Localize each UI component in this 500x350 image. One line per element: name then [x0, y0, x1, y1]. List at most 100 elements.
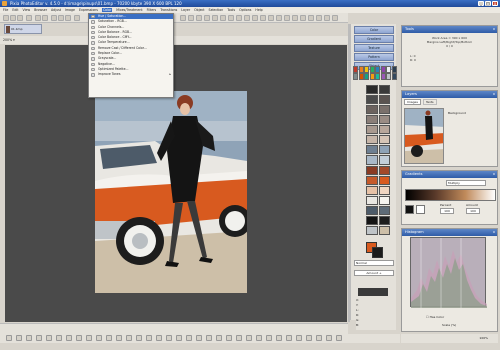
minimize-button[interactable]: _: [478, 1, 484, 6]
move-icon[interactable]: [96, 335, 102, 341]
status-zoom-value[interactable]: 100%: [479, 336, 488, 340]
texture-button[interactable]: Texture: [354, 44, 394, 52]
curve-icon[interactable]: [146, 335, 152, 341]
tool-icon[interactable]: [260, 15, 266, 21]
layers-panel-header[interactable]: Layers x: [402, 91, 497, 98]
tool-icon[interactable]: [204, 15, 210, 21]
hand-icon[interactable]: [116, 335, 122, 341]
menu-tools[interactable]: Tools: [227, 8, 235, 12]
tool-icon[interactable]: [244, 15, 250, 21]
close-icon[interactable]: x: [493, 171, 495, 178]
gradient-mode-select[interactable]: Multiply: [446, 180, 486, 186]
background-color[interactable]: [372, 247, 383, 258]
resize-icon[interactable]: [326, 335, 332, 341]
tool-icon[interactable]: [180, 15, 186, 21]
percent-input[interactable]: 100: [440, 208, 454, 214]
document-tab[interactable]: 01.bmp: [4, 24, 42, 34]
menu-object[interactable]: Object: [194, 8, 204, 12]
menu-options[interactable]: Options: [239, 8, 251, 12]
image-palette[interactable]: [366, 85, 390, 235]
gradient-start-color[interactable]: [405, 205, 414, 214]
menu-image[interactable]: Image: [65, 8, 75, 12]
sponge-icon[interactable]: [226, 335, 232, 341]
menu-file[interactable]: File: [3, 8, 8, 12]
tool-icon[interactable]: [316, 15, 322, 21]
gradient-preview[interactable]: [405, 189, 496, 201]
gradient-button[interactable]: Gradient: [354, 35, 394, 43]
blur-icon[interactable]: [176, 335, 182, 341]
zoom-icon[interactable]: [106, 335, 112, 341]
color-button[interactable]: Color: [354, 26, 394, 34]
lasso-icon[interactable]: [156, 335, 162, 341]
star-icon[interactable]: [286, 335, 292, 341]
blend-mode-select[interactable]: Normal: [354, 260, 394, 266]
flip-icon[interactable]: [316, 335, 322, 341]
text-icon[interactable]: [56, 335, 62, 341]
menu-adjust[interactable]: Adjust: [51, 8, 61, 12]
gradient-end-color[interactable]: [416, 205, 425, 214]
has-color-checkbox[interactable]: ☐ Has Color: [426, 315, 444, 319]
pattern-button[interactable]: Pattern: [354, 53, 394, 61]
fill-icon[interactable]: [46, 335, 52, 341]
burn-icon[interactable]: [216, 335, 222, 341]
amount-select[interactable]: Amount +: [354, 270, 394, 276]
menu-mixes[interactable]: Mixes/Treatment: [116, 8, 142, 12]
redo-icon[interactable]: [42, 15, 48, 21]
gradient-icon[interactable]: [246, 335, 252, 341]
paste-icon[interactable]: [65, 15, 71, 21]
cut-icon[interactable]: [51, 15, 57, 21]
pointer-icon[interactable]: [6, 335, 12, 341]
color-swatch-row[interactable]: [353, 66, 397, 80]
open-icon[interactable]: [10, 15, 16, 21]
smudge-icon[interactable]: [196, 335, 202, 341]
tool-icon[interactable]: [332, 15, 338, 21]
tool-icon[interactable]: [220, 15, 226, 21]
dodge-icon[interactable]: [206, 335, 212, 341]
wand-icon[interactable]: [166, 335, 172, 341]
menu-help[interactable]: Help: [255, 8, 262, 12]
airbrush-icon[interactable]: [276, 335, 282, 341]
line-icon[interactable]: [136, 335, 142, 341]
menu-expressions[interactable]: Expressions: [79, 8, 98, 12]
tab-texts[interactable]: Texts: [422, 99, 437, 105]
brush-icon[interactable]: [26, 335, 32, 341]
tool-icon[interactable]: [324, 15, 330, 21]
tool-icon[interactable]: [188, 15, 194, 21]
menu-filters[interactable]: Filters: [147, 8, 157, 12]
histogram-panel-header[interactable]: Histogram x: [402, 229, 497, 236]
tool-icon[interactable]: [284, 15, 290, 21]
zoom-icon[interactable]: [74, 15, 80, 21]
tools-panel-header[interactable]: Tools x: [402, 26, 497, 33]
tool-icon[interactable]: [308, 15, 314, 21]
menu-item-improve-tones[interactable]: Improve Tones ▸: [89, 72, 173, 77]
shape-icon[interactable]: [66, 335, 72, 341]
clone-icon[interactable]: [76, 335, 82, 341]
eraser-icon[interactable]: [36, 335, 42, 341]
rotate-icon[interactable]: [306, 335, 312, 341]
redeye-icon[interactable]: [236, 335, 242, 341]
close-icon[interactable]: x: [493, 91, 495, 98]
chevron-down-icon[interactable]: ▾: [13, 38, 15, 42]
gradients-panel-header[interactable]: Gradients x: [402, 171, 497, 178]
tool-icon[interactable]: [252, 15, 258, 21]
close-icon[interactable]: x: [493, 26, 495, 33]
tool-icon[interactable]: [236, 15, 242, 21]
new-icon[interactable]: [3, 15, 9, 21]
copy-icon[interactable]: [58, 15, 64, 21]
menu-transitions[interactable]: Transitions: [160, 8, 177, 12]
print-icon[interactable]: [26, 15, 32, 21]
sharpen-icon[interactable]: [186, 335, 192, 341]
close-icon[interactable]: x: [493, 229, 495, 236]
undo-icon[interactable]: [35, 15, 41, 21]
menu-color[interactable]: Color: [101, 8, 113, 12]
menu-layer[interactable]: Layer: [181, 8, 190, 12]
tool-icon[interactable]: [292, 15, 298, 21]
amount-input[interactable]: 100: [466, 208, 480, 214]
close-button[interactable]: x: [492, 1, 498, 6]
layer-thumbnail[interactable]: [404, 108, 444, 164]
tool-icon[interactable]: [212, 15, 218, 21]
crop-icon[interactable]: [86, 335, 92, 341]
photo-image[interactable]: [95, 91, 247, 293]
tool-icon[interactable]: [196, 15, 202, 21]
menu-browser[interactable]: Browser: [34, 8, 47, 12]
